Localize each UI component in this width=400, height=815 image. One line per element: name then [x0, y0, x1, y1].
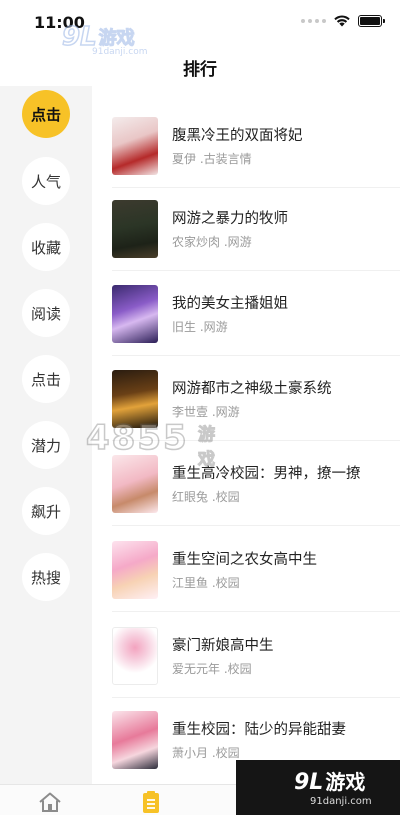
book-item[interactable]: 网游之暴力的牧师 农家炒肉 .网游	[112, 200, 392, 264]
divider	[112, 187, 400, 188]
category-qianli[interactable]: 潜力	[22, 421, 70, 469]
category-dianji-active[interactable]: 点击	[22, 90, 70, 138]
book-title: 我的美女主播姐姐	[172, 296, 288, 312]
category-renqi[interactable]: 人气	[22, 157, 70, 205]
watermark-url: 91danji.com	[310, 796, 372, 807]
divider	[112, 525, 400, 526]
book-title: 网游之暴力的牧师	[172, 211, 288, 227]
divider	[112, 611, 400, 612]
book-item[interactable]: 腹黑冷王的双面将妃 夏伊 .古装言情	[112, 117, 392, 181]
home-tab-icon[interactable]	[38, 791, 62, 813]
category-label: 收藏	[30, 238, 61, 257]
watermark-logo: 9L 游戏	[294, 766, 365, 795]
watermark-logo-bottom: 9L 游戏 91danji.com	[236, 760, 400, 815]
category-yuedu[interactable]: 阅读	[22, 289, 70, 337]
book-cover	[112, 627, 158, 685]
category-label: 人气	[30, 172, 61, 191]
status-bar: 11:00	[0, 0, 400, 44]
book-meta: 夏伊 .古装言情	[172, 152, 252, 166]
book-meta: 爱无元年 .校园	[172, 662, 252, 676]
book-cover	[112, 541, 158, 599]
category-label: 点击	[30, 370, 61, 389]
book-meta: 江里鱼 .校园	[172, 576, 240, 590]
book-cover	[112, 117, 158, 175]
category-label: 潜力	[30, 436, 61, 455]
book-item[interactable]: 我的美女主播姐姐 旧生 .网游	[112, 285, 392, 349]
watermark-center: 4855 游戏	[85, 417, 215, 470]
signal-icon	[301, 18, 326, 23]
category-label: 阅读	[30, 304, 61, 323]
divider	[112, 355, 400, 356]
page-title: 排行	[183, 60, 217, 80]
category-label: 热搜	[30, 568, 61, 587]
book-cover	[112, 200, 158, 258]
book-item[interactable]: 豪门新娘高中生 爱无元年 .校园	[112, 627, 392, 691]
book-cover	[112, 455, 158, 513]
category-label: 飙升	[30, 502, 61, 521]
book-item[interactable]: 重生空间之农女高中生 江里鱼 .校园	[112, 541, 392, 605]
book-cover	[112, 285, 158, 343]
book-title: 重生校园：陆少的异能甜妻	[172, 722, 346, 738]
category-label: 点击	[30, 105, 61, 124]
watermark-center-cn: 游戏	[198, 425, 216, 471]
category-shoucang[interactable]: 收藏	[22, 223, 70, 271]
watermark-brand-cn: 游戏	[325, 770, 366, 794]
category-dianji[interactable]: 点击	[22, 355, 70, 403]
book-title: 腹黑冷王的双面将妃	[172, 128, 303, 144]
watermark-brand-num: 9L	[294, 770, 324, 795]
book-meta: 农家炒肉 .网游	[172, 235, 252, 249]
divider	[112, 270, 400, 271]
book-title: 网游都市之神级土豪系统	[172, 381, 332, 397]
watermark-logo-top: 9L 游戏 91danji.com	[61, 21, 147, 57]
category-sidebar: 点击 人气 收藏 阅读 点击 潜力 飙升 热搜	[0, 86, 92, 784]
watermark-center-num: 4855	[85, 417, 189, 459]
book-meta: 萧小月 .校园	[172, 746, 240, 760]
divider	[112, 697, 400, 698]
book-item[interactable]: 重生高冷校园：男神，撩一撩 红眼兔 .校园	[112, 455, 392, 519]
book-meta: 旧生 .网游	[172, 320, 228, 334]
wifi-icon	[334, 15, 350, 27]
book-title: 重生空间之农女高中生	[172, 552, 317, 568]
category-biaosheng[interactable]: 飙升	[22, 487, 70, 535]
category-resou[interactable]: 热搜	[22, 553, 70, 601]
rank-list-tab-icon[interactable]	[139, 791, 163, 813]
battery-icon	[358, 14, 385, 27]
book-title: 豪门新娘高中生	[172, 638, 274, 654]
book-cover	[112, 711, 158, 769]
book-meta: 红眼兔 .校园	[172, 490, 240, 504]
status-icons	[301, 14, 385, 27]
